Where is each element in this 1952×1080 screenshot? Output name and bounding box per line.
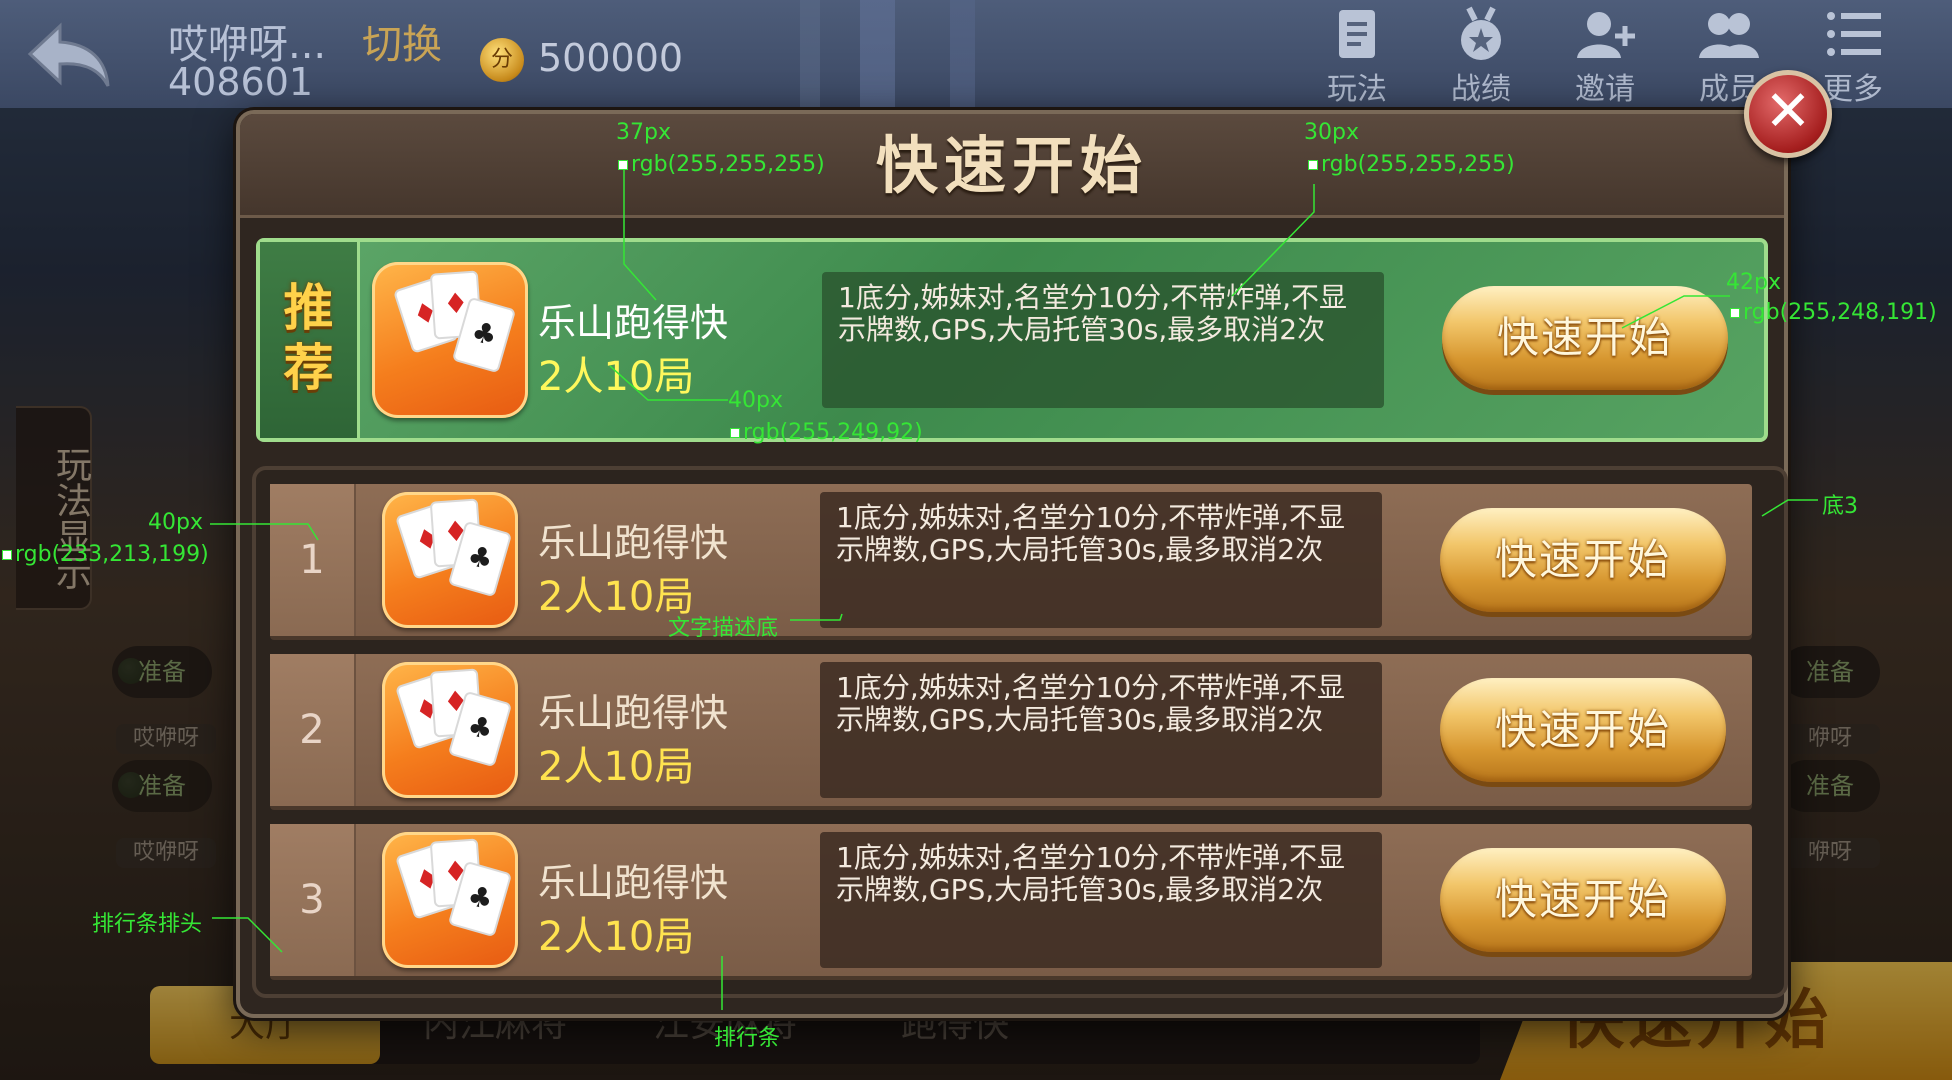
annotation-rank-size: 40px (148, 510, 203, 535)
nav-more-label: 更多 (1823, 72, 1883, 107)
dialog-title: 快速开始 (875, 129, 1148, 202)
nav-invite-label: 邀请 (1575, 72, 1635, 107)
color-swatch (2, 550, 12, 560)
rank-number: 3 (270, 824, 356, 976)
nav-record-button[interactable]: 战绩 (1436, 6, 1526, 108)
room-id: 408601 (168, 60, 314, 104)
color-swatch (730, 428, 740, 438)
game-name: 乐山跑得快 (538, 521, 729, 565)
ranking-row: 3 ♦ ♦ ♣ 乐山跑得快 2人10局 1底分,姊妹对,名堂分10分,不带炸弹,… (270, 824, 1752, 976)
back-arrow-icon[interactable] (26, 20, 112, 90)
game-name: 乐山跑得快 (538, 301, 729, 345)
more-menu-icon (1827, 12, 1881, 56)
game-name: 乐山跑得快 (538, 691, 729, 735)
annotation-desc-color-text: rgb(255,255,255) (1321, 152, 1515, 177)
annotation-desc-color: rgb(255,255,255) (1308, 152, 1515, 177)
record-medal-icon (1461, 6, 1501, 60)
coin-icon: 分 (480, 38, 524, 82)
annotation-title-color-text: rgb(255,255,255) (631, 152, 825, 177)
game-name: 乐山跑得快 (538, 861, 729, 905)
rule-description: 1底分,姊妹对,名堂分10分,不带炸弹,不显示牌数,GPS,大局托管30s,最多… (820, 492, 1382, 628)
quick-start-button[interactable]: 快速开始 (1440, 508, 1726, 612)
rule-description: 1底分,姊妹对,名堂分10分,不带炸弹,不显示牌数,GPS,大局托管30s,最多… (822, 272, 1384, 408)
ranking-row: 2 ♦ ♦ ♣ 乐山跑得快 2人10局 1底分,姊妹对,名堂分10分,不带炸弹,… (270, 654, 1752, 806)
annotation-title-size: 37px (616, 120, 671, 145)
quick-start-button[interactable]: 快速开始 (1440, 848, 1726, 952)
rank-number: 1 (270, 484, 356, 636)
run-fast-game-icon: ♦ ♦ ♣ (382, 832, 518, 968)
nav-record-label: 战绩 (1451, 72, 1511, 107)
coin-balance: 500000 (538, 36, 684, 80)
run-fast-game-icon: ♦ ♦ ♣ (372, 262, 528, 418)
quick-start-button[interactable]: 快速开始 (1440, 678, 1726, 782)
rule-description: 1底分,姊妹对,名堂分10分,不带炸弹,不显示牌数,GPS,大局托管30s,最多… (820, 662, 1382, 798)
game-rounds: 2人10局 (538, 914, 695, 960)
annotation-rounds-color: rgb(255,249,92) (730, 420, 923, 445)
color-swatch (618, 160, 628, 170)
annotation-button-color-text: rgb(255,248,191) (1743, 300, 1937, 325)
annotation-desc-size: 30px (1304, 120, 1359, 145)
switch-room-button[interactable]: 切换 (362, 12, 442, 70)
rules-icon (1339, 10, 1375, 58)
annotation-rank-color-text: rgb(233,213,199) (15, 542, 209, 567)
close-button[interactable]: ✕ (1744, 70, 1832, 158)
color-swatch (1308, 160, 1318, 170)
ranking-row: 1 ♦ ♦ ♣ 乐山跑得快 2人10局 1底分,姊妹对,名堂分10分,不带炸弹,… (270, 484, 1752, 636)
nav-rules-label: 玩法 (1327, 72, 1387, 107)
annotation-desc-bg: 文字描述底 (668, 616, 779, 641)
members-icon (1699, 13, 1759, 58)
annotation-title-color: rgb(255,255,255) (618, 152, 825, 177)
game-rounds: 2人10局 (538, 354, 695, 400)
annotation-button-color: rgb(255,248,191) (1730, 300, 1937, 325)
annotation-row: 排行条 (714, 1026, 781, 1051)
recommended-row: 推荐 ♦ ♦ ♣ 乐山跑得快 2人10局 1底分,姊妹对,名堂分10分,不带炸弹… (256, 238, 1768, 442)
rank-number: 2 (270, 654, 356, 806)
rule-description: 1底分,姊妹对,名堂分10分,不带炸弹,不显示牌数,GPS,大局托管30s,最多… (820, 832, 1382, 968)
annotation-button-size: 42px (1726, 270, 1781, 295)
invite-user-icon (1577, 12, 1635, 58)
run-fast-game-icon: ♦ ♦ ♣ (382, 492, 518, 628)
nav-rules-button[interactable]: 玩法 (1312, 6, 1402, 108)
quick-start-button[interactable]: 快速开始 (1442, 286, 1728, 390)
nav-invite-button[interactable]: 邀请 (1560, 6, 1650, 108)
game-rounds: 2人10局 (538, 744, 695, 790)
annotation-rank-color: rgb(233,213,199) (2, 542, 209, 567)
annotation-panel-bg: 底3 (1822, 494, 1858, 519)
run-fast-game-icon: ♦ ♦ ♣ (382, 662, 518, 798)
annotation-rounds-color-text: rgb(255,249,92) (743, 420, 923, 445)
color-swatch (1730, 308, 1740, 318)
annotation-rounds-size: 40px (728, 388, 783, 413)
annotation-row-head: 排行条排头 (92, 912, 203, 937)
recommended-badge: 推荐 (260, 242, 360, 438)
